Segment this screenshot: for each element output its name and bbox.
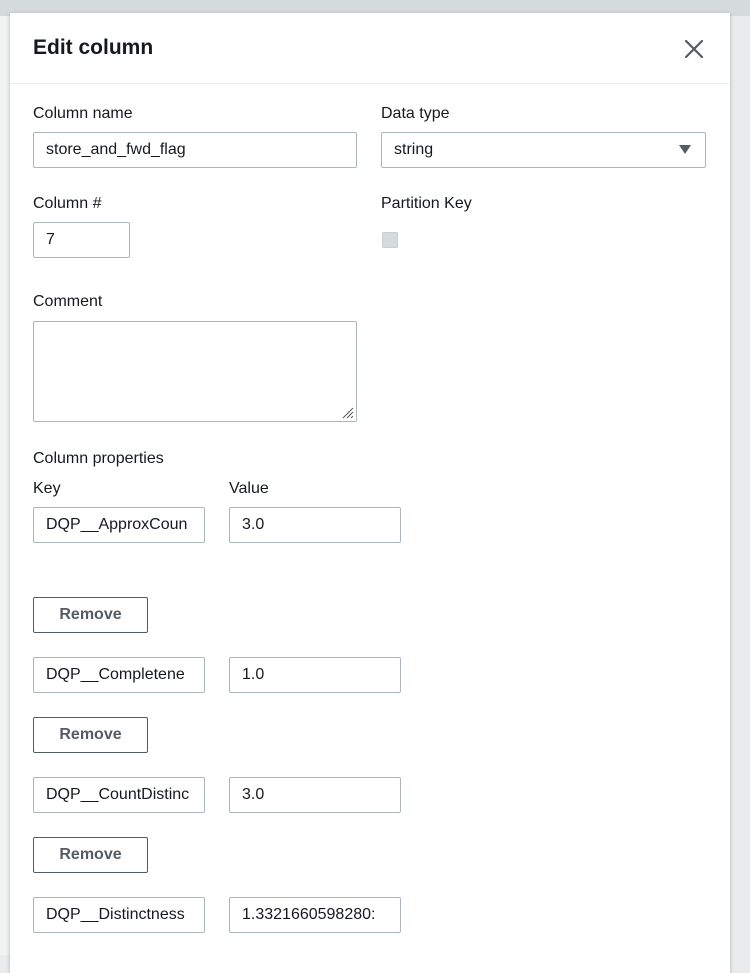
caret-down-icon	[679, 145, 691, 154]
value-header: Value	[229, 480, 269, 497]
edit-column-dialog: Edit column Column name store_and_fwd_fl…	[10, 13, 730, 973]
data-type-value: string	[394, 141, 434, 158]
property-key-input[interactable]: DQP__Completene	[33, 657, 205, 693]
dialog-header: Edit column	[10, 13, 730, 84]
column-name-input[interactable]: store_and_fwd_flag	[33, 132, 357, 168]
resize-grip-icon[interactable]	[340, 405, 354, 419]
column-number-label: Column #	[33, 195, 102, 212]
property-value-input[interactable]: 1.3321660598280:	[229, 897, 401, 933]
property-key-input[interactable]: DQP__ApproxCoun	[33, 507, 205, 543]
close-button[interactable]	[680, 35, 708, 63]
close-icon	[685, 40, 703, 58]
column-properties-label: Column properties	[33, 450, 164, 467]
dialog-title: Edit column	[33, 36, 154, 59]
property-value-input[interactable]: 3.0	[229, 507, 401, 543]
data-type-label: Data type	[381, 105, 450, 122]
remove-property-button[interactable]: Remove	[33, 597, 148, 633]
data-type-select[interactable]: string	[381, 132, 706, 168]
property-key-input[interactable]: DQP__Distinctness	[33, 897, 205, 933]
comment-label: Comment	[33, 293, 103, 310]
property-value-input[interactable]: 3.0	[229, 777, 401, 813]
comment-textarea[interactable]	[33, 321, 357, 422]
partition-key-label: Partition Key	[381, 195, 472, 212]
column-number-input[interactable]: 7	[33, 222, 130, 258]
remove-property-button[interactable]: Remove	[33, 837, 148, 873]
property-value-input[interactable]: 1.0	[229, 657, 401, 693]
key-header: Key	[33, 480, 61, 497]
remove-property-button[interactable]: Remove	[33, 717, 148, 753]
background-page	[0, 16, 10, 955]
column-name-label: Column name	[33, 105, 133, 122]
property-key-input[interactable]: DQP__CountDistinc	[33, 777, 205, 813]
partition-key-checkbox[interactable]	[382, 232, 398, 248]
